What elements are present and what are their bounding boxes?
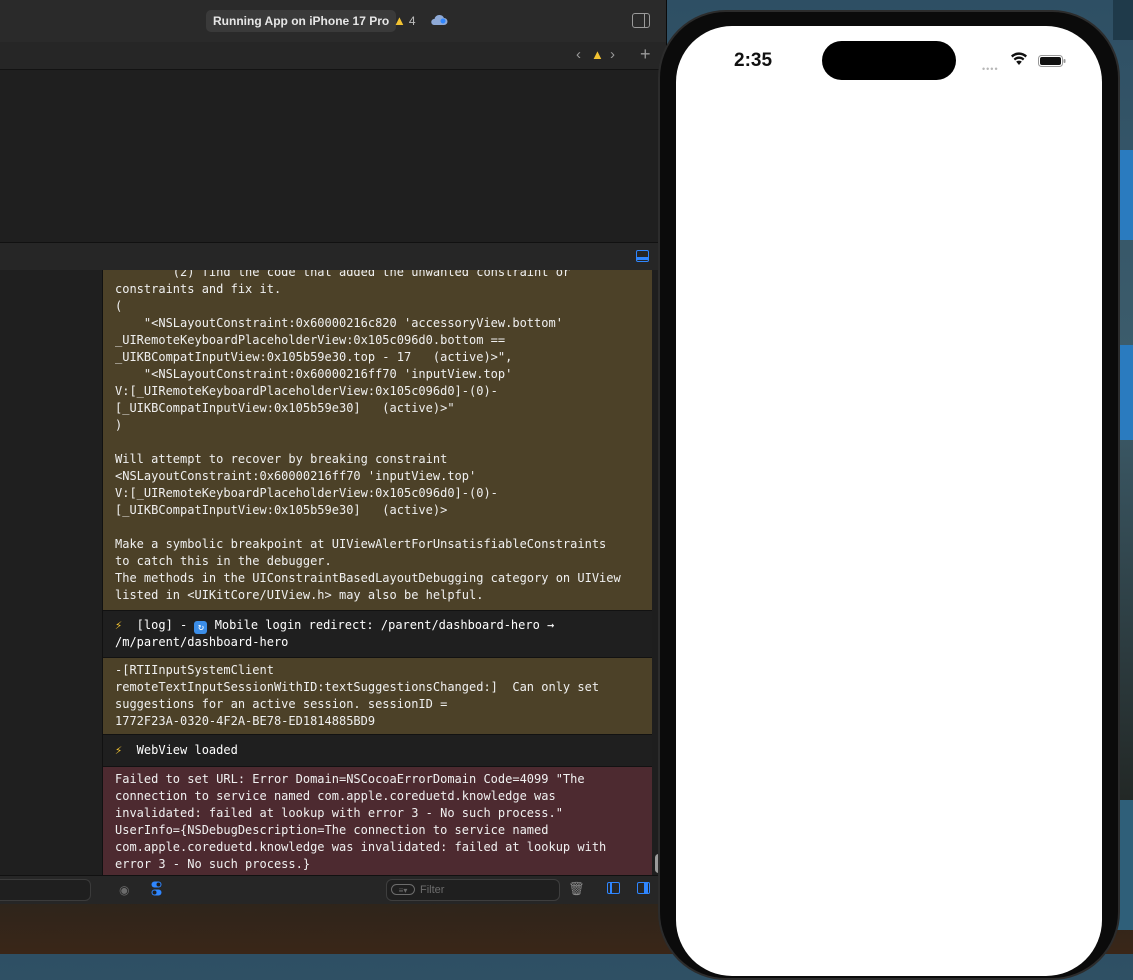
cloud-icon[interactable] <box>430 14 448 26</box>
filter-placeholder: Filter <box>420 884 445 896</box>
warnings-indicator[interactable]: ▲ 4 <box>393 13 416 28</box>
chevron-right-icon[interactable]: › <box>610 46 615 63</box>
toggle-icon[interactable] <box>151 881 162 896</box>
variables-filter-field[interactable] <box>0 879 91 901</box>
console-entry-warning: -[RTIInputSystemClient remoteTextInputSe… <box>103 658 652 734</box>
eye-icon[interactable]: ◉ <box>119 883 129 897</box>
console-entry-error: Failed to set URL: Error Domain=NSCocoaE… <box>103 767 652 875</box>
warning-count: 4 <box>408 13 416 28</box>
xcode-window: Running App on iPhone 17 Pro ▲ 4 ‹ ▲ › +… <box>0 0 667 904</box>
activity-status[interactable]: Running App on iPhone 17 Pro <box>206 10 397 32</box>
desktop-window-sliver <box>1113 0 1133 40</box>
editor-tab-bar: ‹ ▲ › + <box>0 42 666 70</box>
console-output: (2) find the code that added the unwante… <box>103 270 652 875</box>
simulator-screen[interactable]: 2:35 •••• <box>676 26 1102 976</box>
warning-icon: ▲ <box>393 13 406 28</box>
variables-view <box>0 270 103 875</box>
trash-icon[interactable]: 🗑 <box>568 881 585 897</box>
reload-icon: ↻ <box>194 621 208 634</box>
console-entry-warning: (2) find the code that added the unwante… <box>103 270 652 610</box>
split-right-icon[interactable] <box>637 882 650 894</box>
dynamic-island <box>822 41 956 80</box>
sidebar-toggle-icon[interactable] <box>632 13 650 28</box>
chevron-left-icon[interactable]: ‹ <box>576 46 581 63</box>
toolbar: Running App on iPhone 17 Pro ▲ 4 <box>0 0 666 43</box>
console-entry-log: ⚡ WebView loaded <box>103 735 652 766</box>
split-left-icon[interactable] <box>607 882 620 894</box>
cellular-signal-icon: •••• <box>982 64 999 74</box>
console-bottom-bar: ◉ ≡▾ Filter 🗑 <box>0 875 666 904</box>
plus-icon[interactable]: + <box>640 44 651 65</box>
console-filter-field[interactable]: ≡▾ Filter <box>386 879 560 901</box>
editor-area <box>0 70 666 242</box>
panel-toggle-icon[interactable] <box>636 250 649 262</box>
console-entry-log: ⚡ [log] - ↻ Mobile login redirect: /pare… <box>103 611 652 657</box>
log-message: WebView loaded <box>122 743 238 757</box>
log-prefix: [log] - <box>122 618 195 632</box>
status-bar-time: 2:35 <box>734 50 773 71</box>
wifi-icon <box>1011 52 1027 65</box>
battery-icon <box>1038 55 1066 67</box>
filter-icon[interactable]: ≡▾ <box>391 884 415 895</box>
debug-bar <box>0 242 666 271</box>
warning-icon[interactable]: ▲ <box>591 47 604 62</box>
